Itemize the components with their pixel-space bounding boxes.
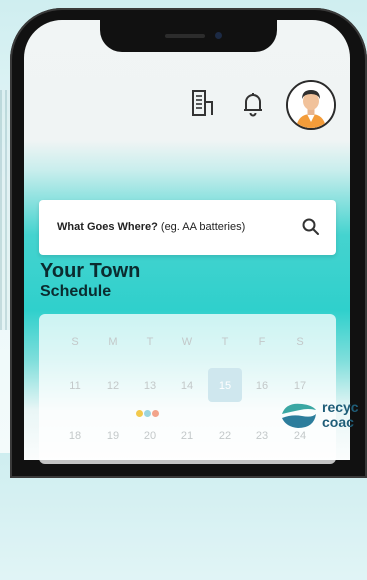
bell-icon[interactable]	[238, 88, 268, 118]
brand-line-1: recyc	[322, 399, 359, 415]
brand-line-2: coac	[322, 414, 354, 430]
brand-name: recyc coac	[322, 400, 359, 430]
search-bar[interactable]: What Goes Where? (eg. AA batteries)	[39, 200, 336, 255]
speaker	[165, 34, 205, 38]
event-dot-blue	[144, 410, 151, 417]
search-placeholder: (eg. AA batteries)	[160, 221, 246, 233]
search-input[interactable]: What Goes Where? (eg. AA batteries)	[57, 221, 245, 233]
front-camera	[215, 32, 222, 39]
event-dot-yellow	[136, 410, 143, 417]
town-title: Your Town	[40, 260, 141, 282]
building-icon[interactable]	[190, 88, 220, 118]
event-dots	[136, 404, 160, 422]
avatar[interactable]	[286, 80, 336, 130]
recycle-coach-logo-icon	[282, 403, 316, 428]
event-dot-orange	[152, 410, 159, 417]
search-icon[interactable]	[301, 217, 321, 237]
search-label: What Goes Where?	[57, 221, 158, 233]
avatar-icon	[288, 82, 334, 128]
schedule-title: Schedule	[40, 283, 112, 300]
